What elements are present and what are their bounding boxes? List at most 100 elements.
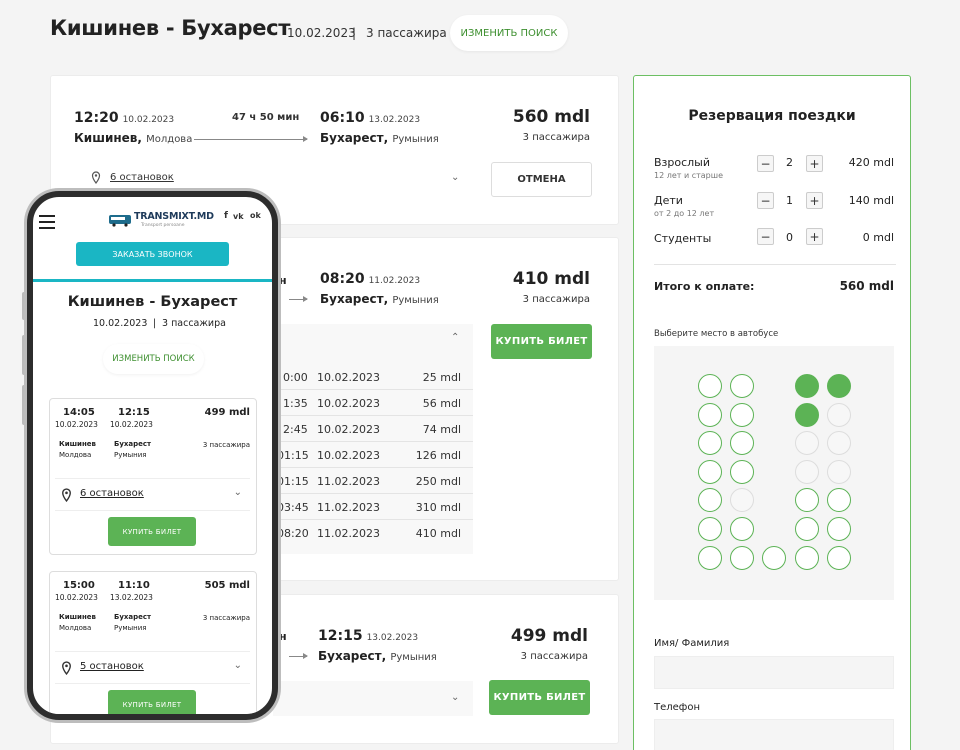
arrival-country: Румыния — [114, 451, 147, 459]
seat-free[interactable] — [795, 545, 819, 570]
student-price: 0 mdl — [862, 231, 894, 244]
seat-free[interactable] — [698, 517, 722, 541]
minus-icon[interactable]: − — [757, 155, 774, 172]
plus-icon[interactable]: + — [806, 228, 823, 245]
vk-icon[interactable]: vk — [233, 212, 244, 221]
accent-bar — [33, 279, 272, 282]
student-count: 0 — [786, 231, 793, 244]
page-title: Кишинев - Бухарест — [50, 16, 291, 40]
seat-free[interactable] — [827, 517, 851, 541]
facebook-icon[interactable]: f — [224, 211, 228, 221]
departure-time-partial: н — [279, 630, 287, 643]
stops-link[interactable]: 5 остановок — [80, 661, 144, 672]
trip-passengers: 3 пассажира — [522, 294, 590, 305]
buy-ticket-button[interactable]: КУПИТЬ БИЛЕТ — [491, 324, 592, 359]
mobile-change-search-button[interactable]: ИЗМЕНИТЬ ПОИСК — [103, 344, 204, 374]
arrival-date: 13.02.2023 — [110, 593, 153, 602]
seat-free[interactable] — [698, 488, 722, 513]
seat-free[interactable] — [827, 488, 851, 513]
adult-sublabel: 12 лет и старше — [654, 171, 723, 180]
location-pin-icon — [91, 171, 101, 187]
arrival-date: 13.02.2023 — [366, 633, 419, 643]
mobile-trip-card: 14:05 10.02.2023 12:15 10.02.2023 499 md… — [49, 398, 257, 555]
trip-price: 499 mdl — [510, 626, 588, 646]
odnoklassniki-icon[interactable]: ok — [250, 211, 261, 220]
seat-free[interactable] — [698, 459, 722, 484]
buy-ticket-button[interactable]: КУПИТЬ БИЛЕТ — [108, 517, 196, 546]
mobile-mockup: TRANSMIXT.MD Transport persoane f vk ok … — [27, 191, 278, 720]
minus-icon[interactable]: − — [757, 228, 774, 245]
phone-label: Телефон — [654, 702, 701, 713]
arrival-city: Бухарест — [114, 613, 152, 621]
trip-price: 499 mdl — [204, 407, 250, 418]
stops-schedule: ⌃ 0:00 10.02.2023 25 mdl 1:35 10.02.2023 56 … — [273, 324, 473, 554]
chevron-down-icon[interactable]: ⌄ — [451, 172, 459, 183]
phone-side-button — [22, 335, 26, 375]
arrival-date: 10.02.2023 — [110, 420, 153, 429]
seat-map — [654, 346, 894, 600]
seat-na — [827, 402, 851, 427]
adult-price: 420 mdl — [848, 156, 894, 169]
stops-dropdown[interactable]: 6 остановок ⌄ — [55, 478, 250, 511]
seat-free[interactable] — [730, 459, 754, 484]
chevron-down-icon[interactable]: ⌄ — [234, 660, 242, 671]
route-arrow — [194, 136, 308, 142]
seat-free[interactable] — [698, 545, 722, 570]
stops-link[interactable]: 6 остановок — [80, 488, 144, 499]
plus-icon[interactable]: + — [806, 155, 823, 172]
arrival-time: 06:10 13.02.2023 — [320, 110, 421, 126]
chevron-up-icon[interactable]: ⌃ — [451, 332, 459, 343]
separator: | — [153, 318, 157, 329]
departure-country: Молдова — [59, 624, 92, 632]
stops-dropdown[interactable]: 5 остановок ⌄ — [55, 651, 250, 684]
search-date: 10.02.2023 — [287, 26, 356, 40]
seat-free[interactable] — [730, 374, 754, 398]
name-field[interactable] — [654, 656, 894, 689]
departure-time: 12:20 10.02.2023 — [74, 110, 175, 126]
arrival-time: 11:10 — [118, 580, 150, 591]
child-count: 1 — [786, 194, 793, 207]
schedule-row: 01:15 11.02.2023 250 mdl — [273, 468, 473, 494]
seat-taken — [795, 374, 819, 398]
menu-icon[interactable] — [39, 215, 55, 229]
seat-free[interactable] — [730, 517, 754, 541]
seat-free[interactable] — [730, 402, 754, 427]
mobile-trip-card: 15:00 10.02.2023 11:10 13.02.2023 505 md… — [49, 571, 257, 714]
seat-free[interactable] — [730, 431, 754, 456]
site-logo[interactable]: TRANSMIXT.MD — [134, 211, 214, 222]
buy-ticket-button[interactable]: КУПИТЬ БИЛЕТ — [489, 680, 590, 715]
buy-ticket-button[interactable]: КУПИТЬ БИЛЕТ — [108, 690, 196, 714]
seat-na — [827, 431, 851, 456]
chevron-down-icon[interactable]: ⌄ — [234, 487, 242, 498]
seat-free[interactable] — [730, 545, 754, 570]
adult-label: Взрослый — [654, 156, 711, 169]
stops-dropdown[interactable]: ⌄ — [273, 681, 473, 716]
cancel-button[interactable]: ОТМЕНА — [491, 162, 592, 197]
mobile-route-title: Кишинев - Бухарест — [67, 294, 238, 310]
stops-link[interactable]: 6 остановок — [110, 172, 174, 183]
arrival-city: Бухарест — [114, 440, 152, 448]
schedule-row: 08:20 11.02.2023 410 mdl — [277, 527, 461, 540]
logo-subtitle: Transport persoane — [141, 223, 185, 228]
seat-free[interactable] — [795, 517, 819, 541]
student-label: Студенты — [654, 232, 712, 245]
seat-free[interactable] — [827, 545, 851, 570]
seat-taken — [827, 374, 851, 398]
phone-field[interactable] — [654, 719, 894, 750]
seat-free[interactable] — [698, 402, 722, 427]
chevron-down-icon[interactable]: ⌄ — [451, 692, 459, 703]
arrival-city: Бухарест, Румыния — [320, 131, 439, 145]
seat-free[interactable] — [795, 488, 819, 513]
schedule-row: 1:35 10.02.2023 56 mdl — [273, 390, 473, 416]
total-label: Итого к оплате: — [654, 280, 755, 293]
trip-price: 410 mdl — [512, 269, 590, 289]
trip-price: 505 mdl — [204, 580, 250, 591]
plus-icon[interactable]: + — [806, 192, 823, 209]
seat-free[interactable] — [698, 374, 722, 398]
seat-free[interactable] — [762, 545, 786, 570]
minus-icon[interactable]: − — [757, 192, 774, 209]
seat-free[interactable] — [698, 431, 722, 456]
trip-passengers: 3 пассажира — [520, 651, 588, 662]
change-search-button[interactable]: ИЗМЕНИТЬ ПОИСК — [450, 15, 568, 51]
request-call-button[interactable]: ЗАКАЗАТЬ ЗВОНОК — [76, 242, 229, 266]
